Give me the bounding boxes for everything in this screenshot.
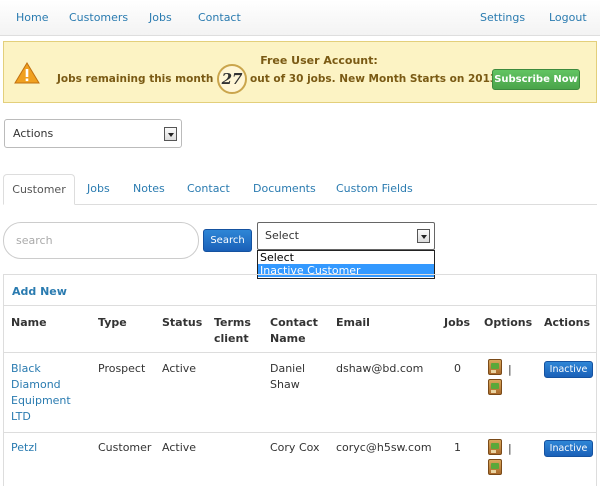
customer-name-line: Diamond <box>11 378 61 391</box>
banner-jobs-text-before: Jobs remaining this month are <box>57 73 237 85</box>
delete-icon[interactable] <box>488 459 502 475</box>
header-email: Email <box>336 316 370 329</box>
header-contact-line1: Contact <box>270 316 318 329</box>
free-account-banner: Free User Account: Jobs remaining this m… <box>3 41 597 103</box>
top-nav: Home Customers Jobs Contact Settings Log… <box>0 0 600 36</box>
customer-jobs-count: 0 <box>454 362 461 375</box>
chevron-down-icon[interactable] <box>417 229 430 243</box>
tab-customer[interactable]: Customer <box>3 174 75 205</box>
header-terms-line2: client <box>214 332 249 345</box>
banner-title: Free User Account: <box>260 54 378 67</box>
options-separator: | <box>508 363 512 376</box>
add-new-link[interactable]: Add New <box>12 285 67 298</box>
nav-settings-link[interactable]: Settings <box>480 11 525 24</box>
contact-name-line: Shaw <box>270 378 300 391</box>
customer-name-link[interactable]: Petzl <box>11 440 37 456</box>
tabs-divider <box>3 204 597 205</box>
header-status: Status <box>162 316 203 329</box>
dropdown-option-select[interactable]: Select <box>258 251 434 264</box>
header-actions: Actions <box>544 316 590 329</box>
search-button[interactable]: Search <box>203 229 252 252</box>
customer-type: Customer <box>98 441 152 454</box>
table-header: Name Type Status Terms client Contact Na… <box>4 305 596 352</box>
customer-email: coryc@h5sw.com <box>336 441 432 454</box>
customer-name-line: LTD <box>11 410 31 423</box>
nav-home-link[interactable]: Home <box>16 11 48 24</box>
customer-contact-name: Daniel Shaw <box>270 361 305 393</box>
customer-email: dshaw@bd.com <box>336 362 424 375</box>
actions-select[interactable]: Actions <box>4 119 182 148</box>
tab-jobs[interactable]: Jobs <box>87 182 110 195</box>
table-row: Black Diamond Equipment LTD Prospect Act… <box>4 352 596 432</box>
contact-name-line: Daniel <box>270 362 306 375</box>
header-name: Name <box>11 316 47 329</box>
options-separator: | <box>508 442 512 455</box>
nav-customers-link[interactable]: Customers <box>69 11 128 24</box>
customer-contact-name: Cory Cox <box>270 441 320 454</box>
jobs-remaining-count: 27 <box>217 64 247 94</box>
header-jobs: Jobs <box>444 316 471 329</box>
edit-icon[interactable] <box>488 359 502 375</box>
tab-custom-fields[interactable]: Custom Fields <box>336 182 413 195</box>
header-contact-name: Contact Name <box>270 315 318 347</box>
customer-name-line: Black <box>11 362 41 375</box>
customer-status-select[interactable]: Select <box>257 222 435 250</box>
customer-type: Prospect <box>98 362 146 375</box>
table-row: Petzl Customer Active Cory Cox coryc@h5s… <box>4 432 596 486</box>
nav-jobs-link[interactable]: Jobs <box>149 11 172 24</box>
subscribe-now-button[interactable]: Subscribe Now <box>492 69 580 90</box>
tab-contact[interactable]: Contact <box>187 182 230 195</box>
customer-status: Active <box>162 362 197 375</box>
status-select-value: Select <box>265 229 299 242</box>
nav-contact-link[interactable]: Contact <box>198 11 241 24</box>
tab-notes[interactable]: Notes <box>133 182 165 195</box>
search-input[interactable] <box>3 222 199 259</box>
customer-table: Add New Name Type Status Terms client Co… <box>3 274 597 486</box>
customer-status: Active <box>162 441 197 454</box>
nav-logout-link[interactable]: Logout <box>549 11 587 24</box>
edit-icon[interactable] <box>488 439 502 455</box>
inactive-button[interactable]: Inactive <box>544 440 593 457</box>
header-type: Type <box>98 316 127 329</box>
header-options: Options <box>484 316 533 329</box>
header-terms-line1: Terms <box>214 316 251 329</box>
customer-name-line: Equipment <box>11 394 71 407</box>
delete-icon[interactable] <box>488 379 502 395</box>
header-contact-line2: Name <box>270 332 306 345</box>
tab-documents[interactable]: Documents <box>253 182 316 195</box>
customer-jobs-count: 1 <box>454 441 461 454</box>
actions-select-value: Actions <box>13 127 54 140</box>
inactive-button[interactable]: Inactive <box>544 361 593 378</box>
chevron-down-icon[interactable] <box>164 127 177 141</box>
customer-name-link[interactable]: Black Diamond Equipment LTD <box>11 361 71 425</box>
header-terms: Terms client <box>214 315 251 347</box>
